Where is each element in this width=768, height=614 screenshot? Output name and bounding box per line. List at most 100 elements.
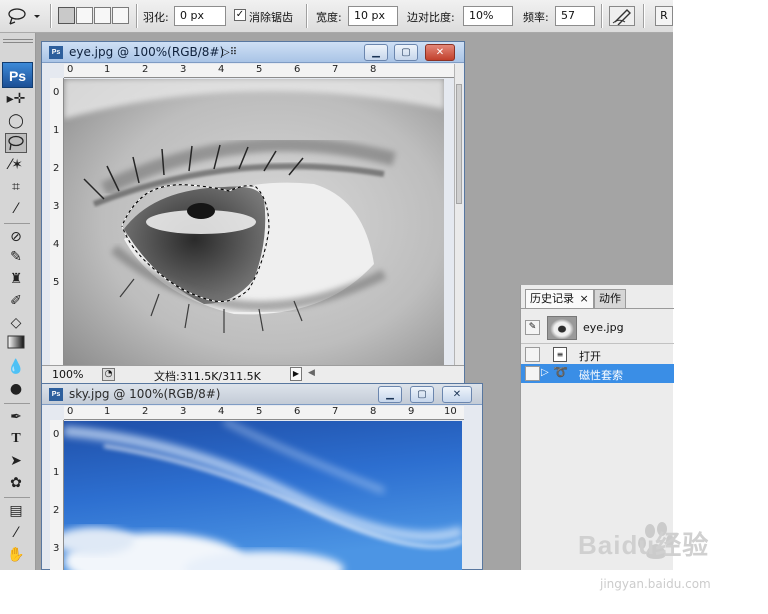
- status-menu-arrow-icon[interactable]: ▶: [290, 367, 302, 381]
- history-item-selected[interactable]: ▷ ➰ 磁性套索: [521, 364, 674, 383]
- clone-stamp-tool-icon[interactable]: ♜: [5, 269, 27, 289]
- ruler-number: 8: [370, 64, 377, 75]
- tab-close-icon[interactable]: ×: [580, 292, 589, 305]
- intersect-selection-button[interactable]: [112, 7, 129, 24]
- magnetic-lasso-icon: ➰: [553, 365, 568, 379]
- ruler-number: 1: [104, 64, 111, 75]
- history-brush-tool-icon[interactable]: ✐: [5, 291, 27, 311]
- ruler-number: 3: [180, 64, 187, 75]
- width-input[interactable]: 10 px: [348, 6, 398, 26]
- tab-actions-label: 动作: [599, 292, 621, 305]
- feather-input[interactable]: 0 px: [174, 6, 226, 26]
- sky-image: [64, 421, 462, 570]
- separator: [643, 4, 645, 28]
- document-window-sky[interactable]: Ps sky.jpg @ 100%(RGB/8#) ▁ ▢ ✕ 0 1 2 3 …: [41, 383, 483, 570]
- restore-button[interactable]: ▢: [394, 44, 418, 61]
- magic-wand-tool-icon[interactable]: ⁄✶: [5, 155, 27, 175]
- eye-canvas[interactable]: [64, 79, 444, 366]
- crop-tool-icon[interactable]: ⌗: [5, 177, 27, 197]
- open-document-icon: ≡: [553, 347, 567, 362]
- eraser-tool-icon[interactable]: ◇: [5, 313, 27, 333]
- history-brush-source-checkbox[interactable]: [525, 366, 540, 381]
- panel-divider: [521, 343, 674, 344]
- move-tool-icon[interactable]: ▸✛: [5, 89, 27, 109]
- ps-doc-icon: Ps: [49, 388, 63, 401]
- ruler-number: 4: [218, 64, 225, 75]
- cursor-icon: ▷⠿: [222, 47, 238, 58]
- minimize-button[interactable]: ▁: [364, 44, 388, 61]
- vertical-scrollbar[interactable]: [454, 64, 463, 366]
- ruler-number: 6: [294, 406, 301, 417]
- scrollbar-thumb[interactable]: [456, 84, 462, 204]
- dodge-tool-icon[interactable]: ●: [5, 379, 27, 399]
- ruler-number: 0: [67, 406, 74, 417]
- ps-logo[interactable]: Ps: [2, 62, 33, 88]
- refine-edge-button[interactable]: R: [655, 6, 673, 26]
- type-tool-icon[interactable]: T: [5, 429, 27, 449]
- snapshot-brush-icon[interactable]: ✎: [525, 320, 540, 335]
- horizontal-ruler: 0 1 2 3 4 5 6 7 8 9 10: [64, 406, 464, 420]
- sky-canvas[interactable]: [64, 421, 462, 570]
- tab-actions[interactable]: 动作: [594, 289, 626, 308]
- document-window-eye[interactable]: Ps eye.jpg @ 100%(RGB/8#) ▷⠿ ▁ ▢ ✕ 0 1 2…: [41, 41, 465, 383]
- history-brush-source-checkbox[interactable]: [525, 347, 540, 362]
- document-title: eye.jpg @ 100%(RGB/8#): [69, 45, 225, 59]
- document-statusbar: 100% ◔ 文档:311.5K/311.5K ▶ ◀: [42, 365, 464, 383]
- shape-tool-icon[interactable]: ✿: [5, 473, 27, 493]
- ruler-number: 4: [218, 406, 225, 417]
- close-button[interactable]: ✕: [425, 44, 455, 61]
- history-snapshot-row[interactable]: ✎ eye.jpg: [521, 315, 674, 341]
- snapshot-name: eye.jpg: [583, 321, 624, 334]
- slice-tool-icon[interactable]: ⁄: [5, 199, 27, 219]
- ruler-number: 0: [53, 87, 60, 98]
- frequency-label: 频率:: [523, 11, 549, 24]
- toolbox-separator: [4, 403, 30, 404]
- toolbox-grip[interactable]: [3, 39, 33, 43]
- add-to-selection-button[interactable]: [76, 7, 93, 24]
- path-selection-tool-icon[interactable]: ➤: [5, 451, 27, 471]
- history-state-marker-icon: ▷: [541, 367, 549, 378]
- tab-history[interactable]: 历史记录 ×: [525, 289, 594, 308]
- ruler-number: 3: [180, 406, 187, 417]
- document-titlebar[interactable]: Ps eye.jpg @ 100%(RGB/8#) ▷⠿ ▁ ▢ ✕: [42, 42, 464, 63]
- document-title: sky.jpg @ 100%(RGB/8#): [69, 387, 221, 401]
- ruler-number: 2: [53, 163, 60, 174]
- gradient-tool-icon[interactable]: [5, 335, 27, 355]
- ruler-number: 7: [332, 64, 339, 75]
- horizontal-scroll-left-icon[interactable]: ◀: [308, 368, 315, 378]
- stylus-pressure-button[interactable]: [609, 6, 635, 26]
- panel-tab-baseline: [521, 308, 674, 309]
- vertical-ruler: 0 1 2 3 4 5 5: [50, 78, 64, 365]
- brush-tool-icon[interactable]: ✎: [5, 247, 27, 267]
- toolbox-separator: [4, 223, 30, 224]
- marquee-tool-icon[interactable]: ◯: [5, 111, 27, 131]
- subtract-from-selection-button[interactable]: [94, 7, 111, 24]
- ruler-number: 9: [408, 406, 415, 417]
- history-item[interactable]: ≡ 打开: [521, 345, 674, 364]
- ruler-number: 3: [53, 543, 60, 554]
- separator: [50, 4, 52, 28]
- pen-tool-icon[interactable]: ✒: [5, 407, 27, 427]
- preview-icon[interactable]: ◔: [102, 368, 115, 381]
- document-titlebar[interactable]: Ps sky.jpg @ 100%(RGB/8#) ▁ ▢ ✕: [42, 384, 482, 405]
- tool-preset-picker[interactable]: [6, 6, 42, 26]
- blur-tool-icon[interactable]: 💧: [5, 357, 27, 377]
- zoom-level[interactable]: 100%: [52, 368, 83, 381]
- lasso-tool-icon[interactable]: [5, 133, 27, 153]
- ruler-number: 5: [256, 64, 263, 75]
- separator: [601, 4, 603, 28]
- minimize-button[interactable]: ▁: [378, 386, 402, 403]
- frequency-input[interactable]: 57: [555, 6, 595, 26]
- notes-tool-icon[interactable]: ▤: [5, 501, 27, 521]
- hand-tool-icon[interactable]: ✋: [5, 545, 27, 565]
- close-button[interactable]: ✕: [442, 386, 472, 403]
- ps-doc-icon: Ps: [49, 46, 63, 59]
- edge-contrast-label: 边对比度:: [407, 11, 455, 24]
- edge-contrast-input[interactable]: 10%: [463, 6, 513, 26]
- separator: [136, 4, 138, 28]
- healing-brush-tool-icon[interactable]: ⊘: [5, 227, 27, 247]
- new-selection-button[interactable]: [58, 7, 75, 24]
- antialias-checkbox[interactable]: ✓: [234, 9, 246, 21]
- eyedropper-tool-icon[interactable]: ⁄: [5, 523, 27, 543]
- restore-button[interactable]: ▢: [410, 386, 434, 403]
